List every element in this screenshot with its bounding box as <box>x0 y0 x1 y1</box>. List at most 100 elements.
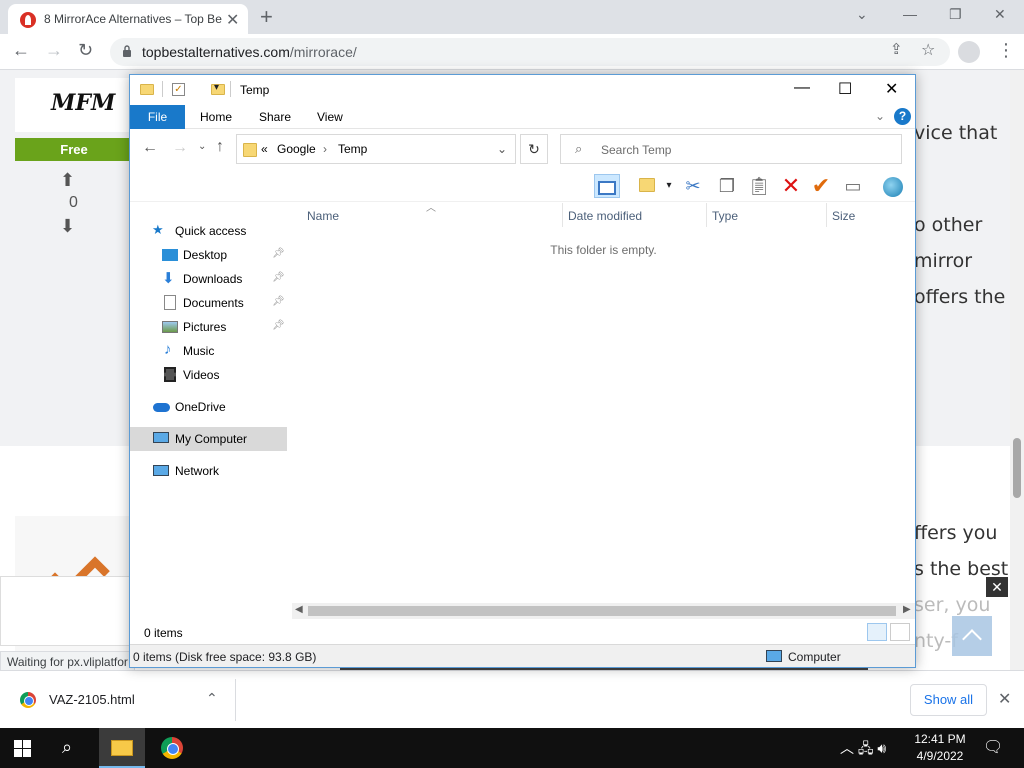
nav-label: Desktop <box>183 248 228 262</box>
pin-icon[interactable]: 📌︎ <box>272 320 285 331</box>
pin-icon[interactable]: 📌︎ <box>272 272 285 283</box>
cut-scissors-icon[interactable]: ✂ <box>680 174 706 198</box>
minimize-icon[interactable]: — <box>903 6 917 22</box>
nav-desktop[interactable]: Desktop 📌︎ <box>130 243 287 267</box>
taskbar-chrome-icon[interactable] <box>161 737 183 759</box>
properties-check-icon[interactable]: ✓ <box>172 83 185 96</box>
preview-pane-icon[interactable] <box>594 174 620 198</box>
ad-banner[interactable] <box>0 576 130 646</box>
forward-arrow-icon[interactable]: → <box>172 139 188 157</box>
pin-icon[interactable]: 📌︎ <box>272 296 285 307</box>
up-arrow-icon[interactable]: ↑ <box>216 138 224 156</box>
refresh-icon[interactable]: ↻ <box>520 134 548 164</box>
article-text-line: mirror <box>914 250 973 272</box>
notification-icon[interactable]: 🗨︎ <box>983 737 1003 757</box>
chevron-up-icon[interactable]: ⌃ <box>206 690 218 707</box>
nav-my-computer[interactable]: My Computer <box>130 427 287 451</box>
new-tab-button[interactable]: + <box>260 4 273 30</box>
browser-tab[interactable]: 8 MirrorAce Alternatives – Top Be ✕ <box>8 4 248 34</box>
search-input[interactable]: ⌕ Search Temp <box>560 134 902 164</box>
file-explorer-window[interactable]: ✓ ▾ Temp — ☐ ✕ File Home Share View ⌄ ? … <box>129 74 916 668</box>
taskbar-file-explorer[interactable] <box>99 728 145 768</box>
back-arrow-icon[interactable]: ← <box>12 40 30 61</box>
properties-icon[interactable]: ▭ <box>840 174 866 198</box>
column-header-size[interactable]: Size <box>832 209 855 223</box>
column-separator[interactable] <box>562 203 563 227</box>
back-arrow-icon[interactable]: ← <box>142 139 158 157</box>
horizontal-scrollbar[interactable]: ◀ ▶ <box>292 603 915 619</box>
nav-documents[interactable]: Documents 📌︎ <box>130 291 287 315</box>
rename-check-icon[interactable]: ✔ <box>808 174 834 198</box>
nav-onedrive[interactable]: OneDrive <box>130 395 287 419</box>
details-view-icon[interactable] <box>867 623 887 641</box>
nav-pictures[interactable]: Pictures 📌︎ <box>130 315 287 339</box>
breadcrumb-separator[interactable]: › <box>323 142 327 156</box>
scroll-left-icon[interactable]: ◀ <box>295 604 303 615</box>
ad-close-button[interactable]: ✕ <box>986 577 1008 597</box>
explorer-title-bar[interactable]: ✓ ▾ Temp — ☐ ✕ <box>130 75 915 105</box>
back-to-top-button[interactable] <box>952 616 992 656</box>
restore-icon[interactable]: ❐ <box>949 6 962 23</box>
menu-kebab-icon[interactable]: ⋮ <box>997 40 1015 61</box>
tab-file[interactable]: File <box>130 105 185 129</box>
delete-x-icon[interactable]: ✕ <box>778 174 804 198</box>
bookmark-star-icon[interactable]: ☆ <box>921 40 935 60</box>
tab-share[interactable]: Share <box>259 110 291 124</box>
maximize-icon[interactable]: ☐ <box>838 79 852 99</box>
upvote-arrow-icon[interactable]: ⬆ <box>60 170 75 191</box>
site-logo[interactable]: MFM <box>15 78 133 132</box>
reload-icon[interactable]: ↻ <box>78 40 93 61</box>
windows-start-icon[interactable] <box>14 740 31 757</box>
column-header-name[interactable]: Name <box>307 209 339 223</box>
column-separator[interactable] <box>826 203 827 227</box>
window-close-icon[interactable]: ✕ <box>885 79 898 99</box>
window-close-icon[interactable]: ✕ <box>994 6 1006 23</box>
globe-network-icon[interactable] <box>880 174 906 198</box>
breadcrumb-google[interactable]: Google <box>277 142 316 156</box>
quick-access-dropdown-icon[interactable]: ▾ <box>214 82 219 93</box>
address-overflow[interactable]: « <box>261 142 268 156</box>
large-icons-view-icon[interactable] <box>890 623 910 641</box>
file-list[interactable]: ︿ Name Date modified Type Size This fold… <box>292 203 915 603</box>
downvote-arrow-icon[interactable]: ⬇ <box>60 216 75 237</box>
download-item[interactable]: VAZ-2105.html ⌃ <box>0 679 236 721</box>
ribbon-expand-chevron-icon[interactable]: ⌄ <box>875 109 885 123</box>
copy-icon[interactable]: ❐ <box>714 174 740 198</box>
column-header-type[interactable]: Type <box>712 209 738 223</box>
system-tray[interactable]: ︿ 🖧︎ 🔊︎ <box>840 738 886 762</box>
nav-network[interactable]: Network <box>130 459 287 483</box>
share-icon[interactable]: ⇪ <box>890 40 903 58</box>
nav-music[interactable]: ♪ Music <box>130 339 287 363</box>
page-scrollbar[interactable] <box>1010 70 1024 670</box>
help-icon[interactable]: ? <box>894 108 911 125</box>
tab-close-icon[interactable]: ✕ <box>226 10 239 30</box>
explorer-address-bar[interactable]: « Google › Temp ⌄ <box>236 134 516 164</box>
address-bar[interactable]: topbestalternatives.com/mirrorace/ <box>110 38 950 66</box>
paste-clipboard-icon[interactable]: 📋︎ <box>746 174 772 198</box>
download-file-name: VAZ-2105.html <box>49 692 135 707</box>
address-history-chevron-icon[interactable]: ⌄ <box>497 142 507 156</box>
pin-icon[interactable]: 📌︎ <box>272 248 285 259</box>
recent-locations-chevron-icon[interactable]: ⌄ <box>198 141 206 152</box>
search-icon[interactable]: ⌕ <box>62 737 72 758</box>
page-scroll-thumb[interactable] <box>1013 438 1021 498</box>
show-all-button[interactable]: Show all <box>910 684 987 716</box>
column-separator[interactable] <box>706 203 707 227</box>
column-header-date[interactable]: Date modified <box>568 209 642 223</box>
tab-view[interactable]: View <box>317 110 343 124</box>
tab-search-chevron-icon[interactable]: ⌄ <box>856 6 868 23</box>
minimize-icon[interactable]: — <box>794 79 810 97</box>
nav-quick-access[interactable]: ★ Quick access <box>130 219 287 243</box>
tab-home[interactable]: Home <box>200 110 232 124</box>
scroll-right-icon[interactable]: ▶ <box>903 604 911 615</box>
forward-arrow-icon[interactable]: → <box>45 40 63 61</box>
nav-videos[interactable]: Videos <box>130 363 287 387</box>
profile-avatar-icon[interactable] <box>958 41 980 63</box>
scroll-thumb[interactable] <box>308 606 896 616</box>
taskbar-clock[interactable]: 12:41 PM 4/9/2022 <box>905 731 975 765</box>
new-item-dropdown-icon[interactable]: ▾ <box>656 174 682 198</box>
nav-downloads[interactable]: ⬇ Downloads 📌︎ <box>130 267 287 291</box>
close-download-bar-icon[interactable]: ✕ <box>998 689 1011 709</box>
lock-icon <box>123 45 131 57</box>
breadcrumb-temp[interactable]: Temp <box>338 142 367 156</box>
